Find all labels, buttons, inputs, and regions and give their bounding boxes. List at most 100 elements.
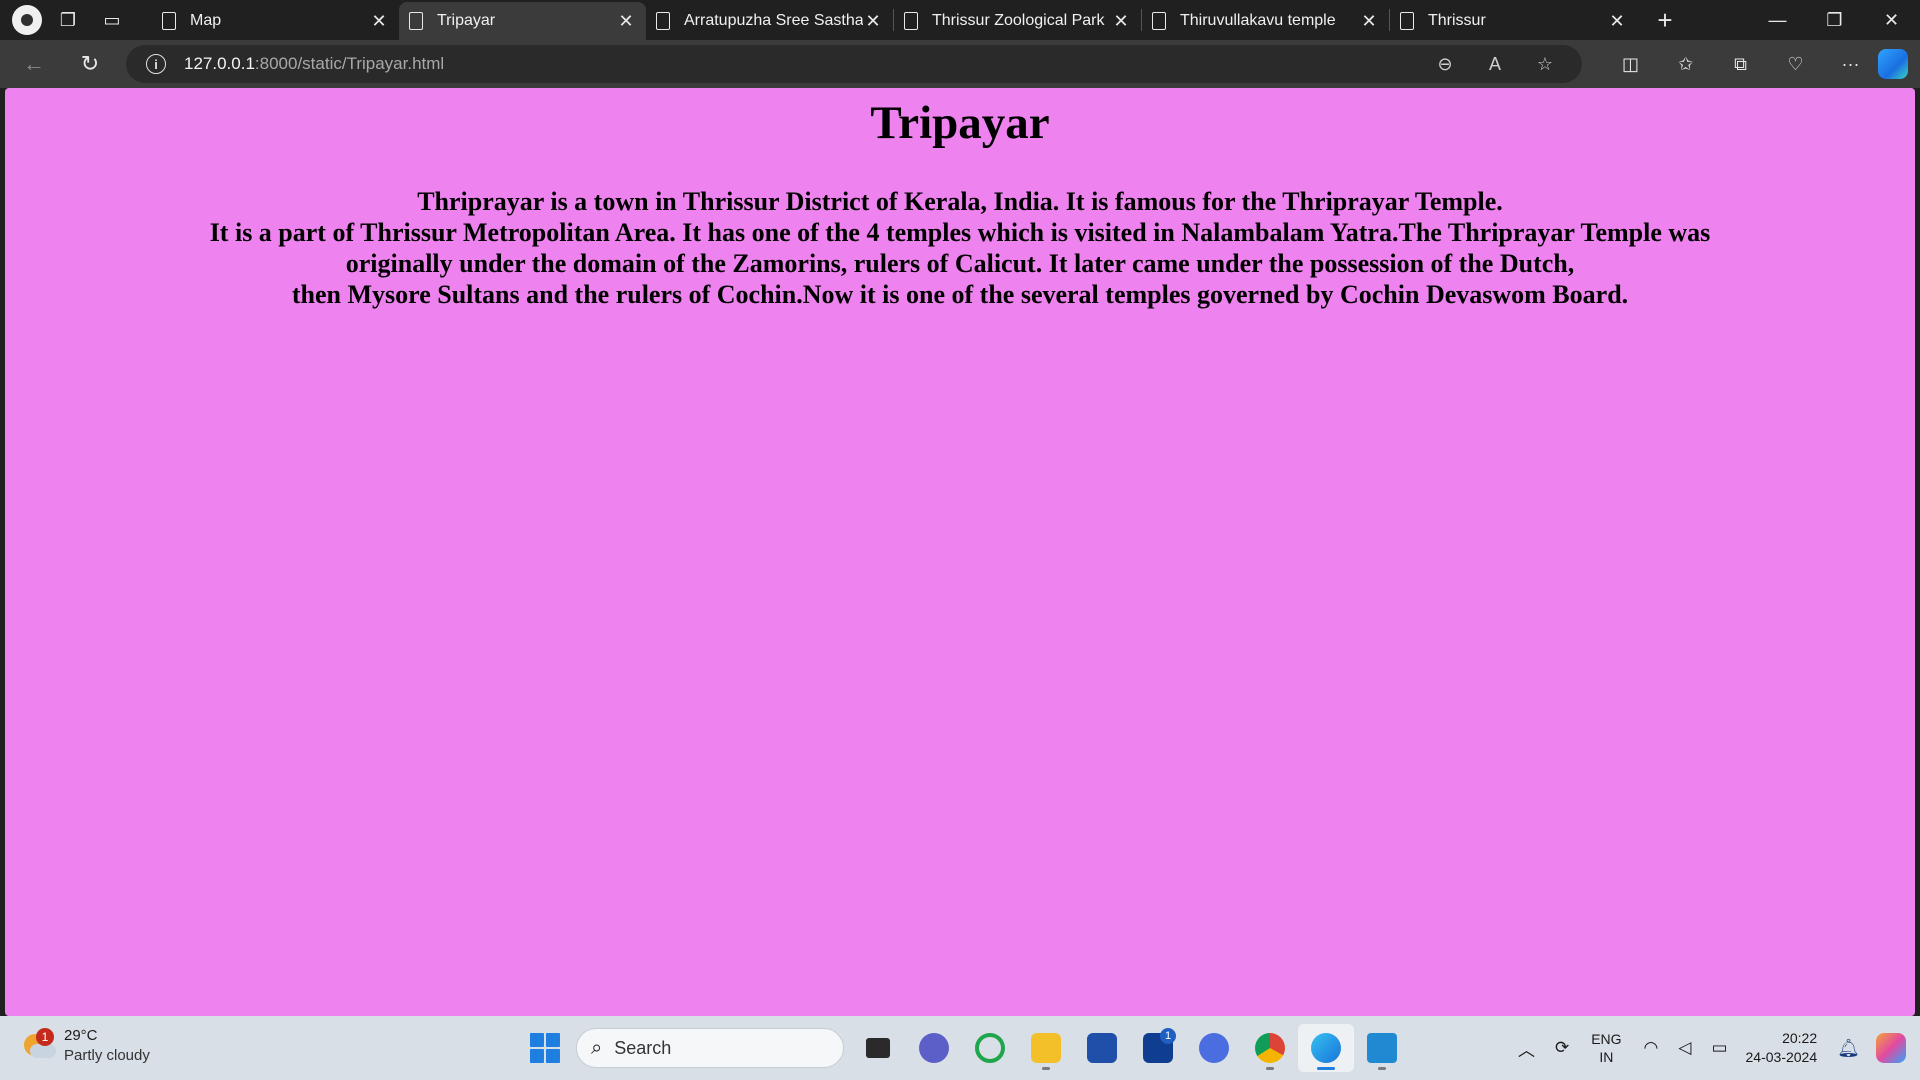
tab-label: Thiruvullakavu temple [1180, 12, 1336, 29]
taskbar-apps: ⌕ Search 1 [522, 1024, 1410, 1072]
edge-icon [1311, 1033, 1341, 1063]
page-description: Thriprayar is a town in Thrissur Distric… [5, 186, 1915, 310]
system-tray: ︿ ⟳ ENG IN ◠ ◁ ▭ 20:22 24-03-2024 🔔︎ [1508, 1016, 1920, 1080]
tab-arratupuzha[interactable]: Arratupuzha Sree Sastha ✕ [646, 2, 893, 40]
description-line: Thriprayar is a town in Thrissur Distric… [417, 186, 1503, 216]
chrome-app[interactable] [1242, 1024, 1298, 1072]
page-icon [162, 12, 176, 30]
weather-text: 29°C Partly cloudy [64, 1026, 150, 1066]
profile-avatar[interactable] [12, 5, 42, 35]
search-icon: ⌕ [591, 1036, 603, 1059]
split-screen-icon[interactable]: ◫ [1603, 54, 1658, 75]
address-bar-actions: ⊖ A ☆ [1420, 45, 1570, 83]
more-menu-icon[interactable]: ··· [1823, 54, 1878, 75]
tab-close-icon[interactable]: ✕ [1607, 11, 1627, 32]
region-code: IN [1599, 1049, 1614, 1065]
browser-essentials-icon[interactable]: ♡ [1768, 54, 1823, 75]
tab-label: Thrissur Zoological Park [932, 12, 1105, 29]
language-code: ENG [1591, 1031, 1622, 1047]
language-indicator[interactable]: ENG IN [1579, 1030, 1633, 1066]
description-line: then Mysore Sultans and the rulers of Co… [291, 279, 1629, 309]
new-tab-button[interactable]: + [1645, 2, 1685, 38]
profile-icon [21, 14, 33, 26]
tab-label: Thrissur [1428, 12, 1486, 29]
favorites-icon[interactable]: ✩ [1658, 54, 1713, 75]
restore-icon[interactable]: ❐ [1806, 0, 1863, 40]
tab-zoological-park[interactable]: Thrissur Zoological Park ✕ [894, 2, 1141, 40]
partly-cloudy-icon: 1 [22, 1028, 56, 1062]
browser-tab-strip: ❐ ▭ Map ✕ Tripayar ✕ Arratupuzha Sree Sa… [0, 0, 1920, 40]
circle-app[interactable] [962, 1024, 1018, 1072]
weather-condition: Partly cloudy [64, 1047, 150, 1064]
read-aloud-icon[interactable]: A [1470, 54, 1520, 75]
url-text[interactable]: 127.0.0.1:8000/static/Tripayar.html [184, 54, 444, 74]
address-toolbar: ← ↻ i 127.0.0.1:8000/static/Tripayar.htm… [0, 40, 1920, 88]
tab-close-icon[interactable]: ✕ [1111, 11, 1131, 32]
active-indicator [1317, 1067, 1335, 1070]
tab-label: Map [190, 12, 222, 29]
search-label: Search [614, 1037, 672, 1058]
store-app[interactable] [1074, 1024, 1130, 1072]
tab-thiruvullakavu[interactable]: Thiruvullakavu temple ✕ [1142, 2, 1389, 40]
copilot-taskbar-icon[interactable] [1876, 1033, 1906, 1063]
folder-icon [1031, 1033, 1061, 1063]
store-icon [1087, 1033, 1117, 1063]
windows-taskbar: 1 29°C Partly cloudy ⌕ Search 1 ︿ ⟳ ENG … [0, 1016, 1920, 1080]
page-icon [904, 12, 918, 30]
running-indicator [1266, 1067, 1274, 1070]
wifi-icon[interactable]: ◠ [1634, 1038, 1669, 1058]
page-icon [656, 12, 670, 30]
workspaces-icon[interactable]: ❐ [50, 2, 86, 38]
url-host: 127.0.0.1 [184, 54, 255, 73]
taskbar-search[interactable]: ⌕ Search [576, 1028, 844, 1068]
collections-icon[interactable]: ⧉ [1713, 54, 1768, 75]
tab-close-icon[interactable]: ✕ [369, 11, 389, 32]
vscode-icon [1367, 1033, 1397, 1063]
cloud-shape [30, 1044, 56, 1058]
tab-map[interactable]: Map ✕ [152, 2, 399, 40]
site-info-icon[interactable]: i [146, 54, 166, 74]
zoom-out-icon[interactable]: ⊖ [1420, 54, 1470, 75]
chat-icon [919, 1033, 949, 1063]
edge-app[interactable] [1298, 1024, 1354, 1072]
start-windows-icon[interactable] [530, 1033, 560, 1063]
tab-label: Arratupuzha Sree Sastha [684, 12, 863, 29]
sync-icon[interactable]: ⟳ [1545, 1038, 1579, 1058]
tab-close-icon[interactable]: ✕ [1359, 11, 1379, 32]
weather-widget[interactable]: 1 29°C Partly cloudy [22, 1026, 150, 1066]
task-view-app[interactable] [850, 1024, 906, 1072]
refresh-icon[interactable]: ↻ [70, 44, 110, 84]
file-explorer-app[interactable] [1018, 1024, 1074, 1072]
tab-actions-icon[interactable]: ▭ [94, 2, 130, 38]
chrome-icon [1255, 1033, 1285, 1063]
chevron-up-icon[interactable]: ︿ [1508, 1036, 1545, 1061]
page-icon [1400, 12, 1414, 30]
minimize-icon[interactable]: — [1749, 0, 1806, 40]
tab-close-icon[interactable]: ✕ [863, 11, 883, 32]
battery-icon[interactable]: ▭ [1701, 1038, 1737, 1058]
vscode-app[interactable] [1354, 1024, 1410, 1072]
task-view-icon [866, 1038, 890, 1058]
description-line: It is a part of Thrissur Metropolitan Ar… [209, 217, 1711, 247]
l-app[interactable]: 1 [1130, 1024, 1186, 1072]
volume-icon[interactable]: ◁ [1668, 1038, 1701, 1058]
address-bar[interactable]: i 127.0.0.1:8000/static/Tripayar.html ⊖ … [126, 45, 1582, 83]
running-indicator [1378, 1067, 1386, 1070]
tab-close-icon[interactable]: ✕ [616, 11, 636, 32]
favorite-star-icon[interactable]: ☆ [1520, 54, 1570, 75]
tab-tripayar[interactable]: Tripayar ✕ [399, 2, 646, 40]
tab-thrissur[interactable]: Thrissur ✕ [1390, 2, 1637, 40]
close-window-icon[interactable]: ✕ [1863, 0, 1920, 40]
clock-date: 24-03-2024 [1745, 1049, 1818, 1065]
temperature: 29°C [64, 1027, 98, 1044]
description-line: originally under the domain of the Zamor… [345, 248, 1575, 278]
triangle-app[interactable] [1186, 1024, 1242, 1072]
weather-badge: 1 [36, 1028, 54, 1046]
browser-toolbar-actions: ◫ ✩ ⧉ ♡ ··· [1603, 40, 1920, 88]
copilot-icon[interactable] [1878, 49, 1908, 79]
triangle-app-icon [1199, 1033, 1229, 1063]
notification-bell-icon[interactable]: 🔔︎ [1829, 1038, 1868, 1059]
back-arrow-icon[interactable]: ← [14, 44, 54, 84]
clock[interactable]: 20:22 24-03-2024 [1738, 1029, 1830, 1067]
teams-app[interactable] [906, 1024, 962, 1072]
